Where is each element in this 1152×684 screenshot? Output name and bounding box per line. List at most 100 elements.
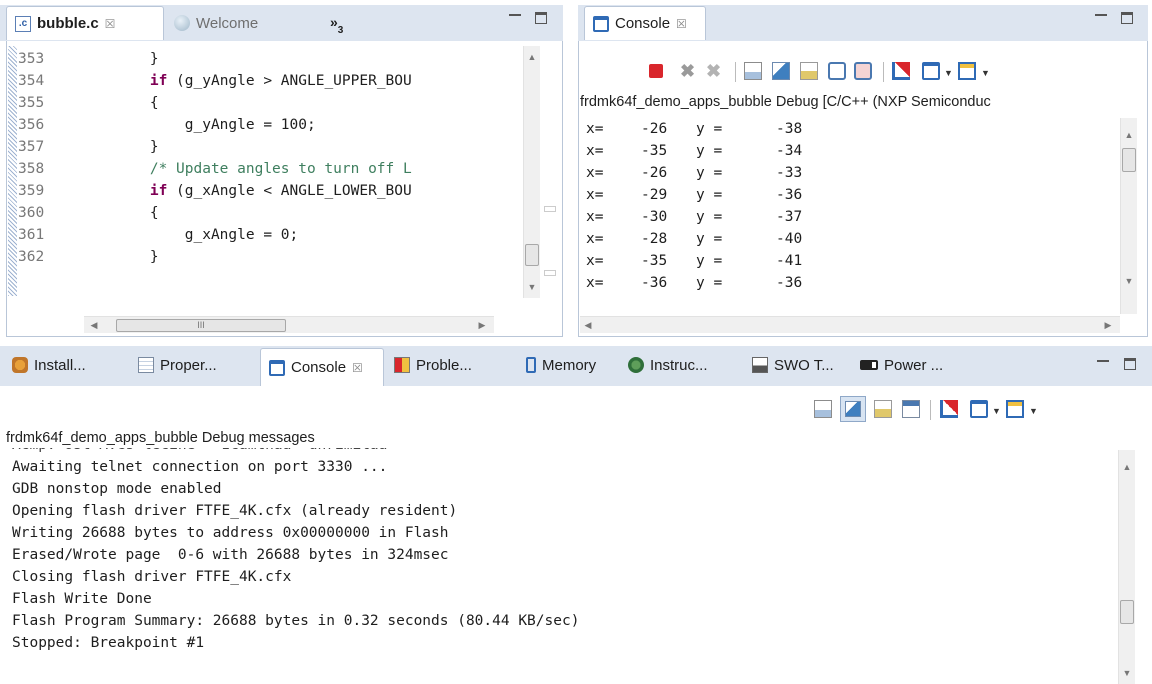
y-label: y = xyxy=(696,143,723,159)
scroll-right-icon[interactable]: ▶ xyxy=(474,320,490,331)
scroll-down-icon[interactable]: ▼ xyxy=(1119,668,1135,678)
console-horizontal-scrollbar[interactable]: ◀ ▶ xyxy=(580,316,1120,333)
x-label: x= xyxy=(586,165,604,181)
chevron-down-icon[interactable]: ▼ xyxy=(944,68,953,78)
scroll-thumb[interactable] xyxy=(1120,600,1134,624)
pin-console-icon[interactable] xyxy=(940,400,958,418)
tab-welcome[interactable]: Welcome xyxy=(166,6,296,40)
scroll-lock-icon[interactable] xyxy=(840,396,866,422)
scroll-thumb[interactable]: III xyxy=(116,319,286,332)
show-console-on-output-icon[interactable] xyxy=(902,400,920,418)
overflow-chevron-icon: » xyxy=(330,14,338,30)
show-on-stderr-icon[interactable] xyxy=(854,62,872,80)
tab-label: Instruc... xyxy=(650,356,708,374)
word-wrap-icon[interactable] xyxy=(800,62,818,80)
line-number: 362 xyxy=(18,249,45,265)
chevron-down-icon[interactable]: ▼ xyxy=(1029,406,1038,416)
console-line: Flash Program Summary: 26688 bytes in 0.… xyxy=(12,613,580,629)
minimize-icon[interactable] xyxy=(1097,360,1109,366)
x-label: x= xyxy=(586,187,604,203)
minimize-icon[interactable] xyxy=(1095,14,1107,20)
console-output[interactable]: x= -26 y = -38 x= -35 y = -34 x= -26 y = -33 x= -29 y … xyxy=(586,118,1116,312)
close-icon[interactable]: ☒ xyxy=(676,17,687,31)
scroll-right-icon[interactable]: ▶ xyxy=(1100,320,1116,331)
x-value: -30 xyxy=(641,209,668,225)
code-line: if (g_xAngle < ANGLE_LOWER_BOU xyxy=(149,183,412,199)
chevron-down-icon[interactable]: ▼ xyxy=(992,406,1001,416)
close-icon[interactable]: ☒ xyxy=(352,361,363,375)
tab-overflow-button[interactable]: »3 xyxy=(330,14,343,36)
clear-console-icon[interactable] xyxy=(744,62,762,80)
terminate-icon[interactable] xyxy=(649,64,663,78)
line-number: 361 xyxy=(18,227,45,243)
debug-vertical-scrollbar[interactable]: ▲ ▼ xyxy=(1118,450,1135,684)
code-line: /* Update angles to turn off L xyxy=(80,161,412,177)
pin-console-icon[interactable] xyxy=(892,62,910,80)
x-label: x= xyxy=(586,121,604,137)
y-value: -34 xyxy=(776,143,803,159)
scroll-grip: III xyxy=(197,320,205,330)
code-line: { xyxy=(80,205,159,221)
remove-launch-icon[interactable]: ✖ xyxy=(680,62,698,80)
console-line: Stopped: Breakpoint #1 xyxy=(12,635,205,651)
editor-horizontal-scrollbar[interactable]: ◀ III ▶ xyxy=(84,316,494,333)
bottom-console-toolbar: ▼ ▼ xyxy=(800,396,1145,422)
scroll-thumb[interactable] xyxy=(1122,148,1136,172)
x-value: -35 xyxy=(641,143,668,159)
minimize-icon[interactable] xyxy=(509,14,521,20)
welcome-globe-icon xyxy=(174,15,190,31)
word-wrap-icon[interactable] xyxy=(874,400,892,418)
tab-install[interactable]: Install... xyxy=(4,348,126,382)
x-label: x= xyxy=(586,209,604,225)
code-text-area[interactable]: } if (g_yAngle > ANGLE_UPPER_BOU { g_yAn… xyxy=(80,48,520,296)
line-number: 357 xyxy=(18,139,45,155)
toolbar-separator xyxy=(930,400,931,420)
editor-vertical-scrollbar[interactable]: ▲ ▼ xyxy=(523,46,540,298)
scroll-down-icon[interactable]: ▼ xyxy=(524,282,540,292)
tab-bubble-c[interactable]: .c bubble.c ☒ xyxy=(6,6,164,40)
console-vertical-scrollbar[interactable]: ▲ ▼ xyxy=(1120,118,1137,314)
scroll-up-icon[interactable]: ▲ xyxy=(1119,462,1135,472)
code-line: g_yAngle = 100; xyxy=(80,117,316,133)
tab-instruction-trace[interactable]: Instruc... xyxy=(620,348,740,382)
y-value: -37 xyxy=(776,209,803,225)
scroll-thumb[interactable] xyxy=(525,244,539,266)
close-icon[interactable]: ☒ xyxy=(105,17,116,31)
scroll-lock-icon[interactable] xyxy=(772,62,790,80)
line-number: 358 xyxy=(18,161,45,177)
c-file-icon: .c xyxy=(15,15,31,32)
scroll-up-icon[interactable]: ▲ xyxy=(1121,130,1137,140)
tab-console-bottom[interactable]: Console ☒ xyxy=(260,348,384,386)
tab-power-measurement[interactable]: Power ... xyxy=(852,348,970,382)
tab-problems[interactable]: Proble... xyxy=(386,348,512,382)
console-line: Erased/Wrote page 0-6 with 26688 bytes i… xyxy=(12,547,449,563)
scroll-down-icon[interactable]: ▼ xyxy=(1121,276,1137,286)
install-icon xyxy=(12,357,28,373)
properties-icon xyxy=(138,357,154,373)
tab-label: Console xyxy=(615,15,671,32)
console-toolbar: ✖ ✖ ▼ ▼ xyxy=(640,58,1140,84)
x-label: x= xyxy=(586,253,604,269)
tab-swo-trace[interactable]: SWO T... xyxy=(744,348,848,382)
remove-all-terminated-icon[interactable]: ✖ xyxy=(706,62,724,80)
tab-properties[interactable]: Proper... xyxy=(130,348,256,382)
show-on-stdout-icon[interactable] xyxy=(828,62,846,80)
maximize-icon[interactable] xyxy=(535,12,547,24)
scroll-up-icon[interactable]: ▲ xyxy=(524,52,540,62)
display-console-icon[interactable] xyxy=(970,400,988,418)
maximize-icon[interactable] xyxy=(1124,358,1136,370)
open-console-icon[interactable] xyxy=(958,62,976,80)
console-line: Writing 26688 bytes to address 0x0000000… xyxy=(12,525,449,541)
scroll-left-icon[interactable]: ◀ xyxy=(580,320,596,331)
y-value: -38 xyxy=(776,121,803,137)
clear-console-icon[interactable] xyxy=(814,400,832,418)
chevron-down-icon[interactable]: ▼ xyxy=(981,68,990,78)
maximize-icon[interactable] xyxy=(1121,12,1133,24)
scroll-left-icon[interactable]: ◀ xyxy=(86,320,102,331)
tab-memory[interactable]: Memory xyxy=(518,348,616,382)
open-console-icon[interactable] xyxy=(1006,400,1024,418)
debug-messages-output[interactable]: Acmp: ost A.Gs lecine Icamtnaa unrimitaa… xyxy=(12,448,1112,684)
display-console-icon[interactable] xyxy=(922,62,940,80)
tab-label: Power ... xyxy=(884,356,944,374)
tab-console-top[interactable]: Console ☒ xyxy=(584,6,706,40)
